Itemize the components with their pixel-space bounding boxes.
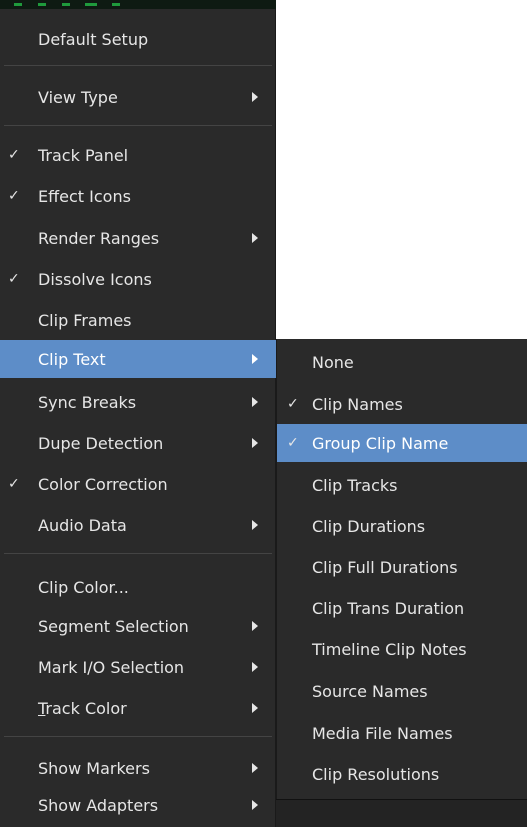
submenu-arrow-icon bbox=[252, 520, 258, 530]
submenu-item-clip-tracks[interactable]: Clip Tracks bbox=[277, 466, 527, 504]
timeline-marker bbox=[112, 3, 120, 6]
menu-item-show-markers[interactable]: Show Markers bbox=[0, 749, 276, 787]
menu-item-label: Effect Icons bbox=[38, 186, 131, 206]
submenu-item-label: Media File Names bbox=[312, 723, 453, 743]
menu-item-label: Default Setup bbox=[38, 29, 149, 49]
context-menu: Default Setup View Type ✓ Track Panel ✓ … bbox=[0, 9, 276, 827]
checkmark-icon: ✓ bbox=[287, 396, 299, 412]
menu-item-segment-selection[interactable]: Segment Selection bbox=[0, 607, 276, 645]
timeline-marker bbox=[14, 3, 22, 6]
submenu-arrow-icon bbox=[252, 621, 258, 631]
menu-item-show-adapters[interactable]: Show Adapters bbox=[0, 786, 276, 824]
menu-item-sync-breaks[interactable]: Sync Breaks bbox=[0, 383, 276, 421]
menu-item-default-setup[interactable]: Default Setup bbox=[0, 20, 276, 58]
submenu-item-label: None bbox=[312, 352, 354, 372]
clip-text-submenu: None ✓ Clip Names ✓ Group Clip Name Clip… bbox=[276, 339, 527, 799]
menu-item-label: Show Adapters bbox=[38, 795, 159, 815]
timeline-marker bbox=[85, 3, 97, 6]
menu-item-clip-text[interactable]: Clip Text bbox=[0, 340, 276, 378]
submenu-item-media-file-names[interactable]: Media File Names bbox=[277, 714, 527, 752]
submenu-item-clip-names[interactable]: ✓ Clip Names bbox=[277, 385, 527, 423]
menu-item-label: Mark I/O Selection bbox=[38, 657, 185, 677]
timeline-marker bbox=[38, 3, 46, 6]
submenu-arrow-icon bbox=[252, 397, 258, 407]
submenu-item-label: Clip Full Durations bbox=[312, 557, 458, 577]
submenu-arrow-icon bbox=[252, 233, 258, 243]
background-panel bbox=[276, 799, 527, 827]
menu-item-effect-icons[interactable]: ✓ Effect Icons bbox=[0, 177, 276, 215]
submenu-item-clip-full-durations[interactable]: Clip Full Durations bbox=[277, 548, 527, 586]
submenu-arrow-icon bbox=[252, 438, 258, 448]
submenu-arrow-icon bbox=[252, 662, 258, 672]
timeline-top-strip bbox=[0, 0, 276, 9]
submenu-item-label: Clip Tracks bbox=[312, 475, 398, 495]
menu-item-track-color[interactable]: Track Color bbox=[0, 689, 276, 727]
menu-item-color-correction[interactable]: ✓ Color Correction bbox=[0, 465, 276, 503]
submenu-item-clip-trans-duration[interactable]: Clip Trans Duration bbox=[277, 589, 527, 627]
menu-item-label: Audio Data bbox=[38, 515, 127, 535]
menu-item-label: Clip Text bbox=[38, 349, 106, 369]
menu-item-audio-data[interactable]: Audio Data bbox=[0, 506, 276, 544]
menu-item-dupe-detection[interactable]: Dupe Detection bbox=[0, 424, 276, 462]
submenu-item-label: Clip Trans Duration bbox=[312, 598, 465, 618]
menu-item-label: Sync Breaks bbox=[38, 392, 137, 412]
submenu-item-group-clip-name[interactable]: ✓ Group Clip Name bbox=[277, 424, 527, 462]
submenu-arrow-icon bbox=[252, 703, 258, 713]
menu-item-track-panel[interactable]: ✓ Track Panel bbox=[0, 136, 276, 174]
submenu-item-label: Timeline Clip Notes bbox=[312, 639, 467, 659]
submenu-item-label: Source Names bbox=[312, 681, 428, 701]
menu-separator bbox=[4, 553, 272, 554]
submenu-item-label: Clip Resolutions bbox=[312, 764, 440, 784]
submenu-item-label: Group Clip Name bbox=[312, 433, 449, 453]
menu-item-clip-color[interactable]: Clip Color... bbox=[0, 568, 276, 606]
submenu-item-none[interactable]: None bbox=[277, 343, 527, 381]
submenu-arrow-icon bbox=[252, 354, 258, 364]
checkmark-icon: ✓ bbox=[8, 147, 20, 163]
checkmark-icon: ✓ bbox=[287, 435, 299, 451]
menu-separator bbox=[4, 65, 272, 66]
menu-item-dissolve-icons[interactable]: ✓ Dissolve Icons bbox=[0, 260, 276, 298]
submenu-arrow-icon bbox=[252, 763, 258, 773]
checkmark-icon: ✓ bbox=[8, 271, 20, 287]
submenu-arrow-icon bbox=[252, 92, 258, 102]
checkmark-icon: ✓ bbox=[8, 188, 20, 204]
menu-item-label-rest: rack Color bbox=[45, 698, 127, 718]
menu-item-label: Track Panel bbox=[38, 145, 129, 165]
submenu-item-clip-durations[interactable]: Clip Durations bbox=[277, 507, 527, 545]
menu-item-label: Color Correction bbox=[38, 474, 168, 494]
menu-item-view-type[interactable]: View Type bbox=[0, 78, 276, 116]
checkmark-icon: ✓ bbox=[8, 476, 20, 492]
menu-item-render-ranges[interactable]: Render Ranges bbox=[0, 219, 276, 257]
menu-item-clip-frames[interactable]: Clip Frames bbox=[0, 301, 276, 339]
timeline-marker bbox=[62, 3, 70, 6]
submenu-arrow-icon bbox=[252, 800, 258, 810]
menu-item-label: Segment Selection bbox=[38, 616, 189, 636]
submenu-item-label: Clip Names bbox=[312, 394, 403, 414]
menu-item-label: Dupe Detection bbox=[38, 433, 164, 453]
submenu-item-label: Clip Durations bbox=[312, 516, 426, 536]
menu-item-label: Track Color bbox=[38, 699, 127, 718]
submenu-item-timeline-clip-notes[interactable]: Timeline Clip Notes bbox=[277, 630, 527, 668]
menu-item-label: Clip Frames bbox=[38, 310, 132, 330]
menu-separator bbox=[4, 125, 272, 126]
menu-separator bbox=[4, 736, 272, 737]
submenu-item-clip-resolutions[interactable]: Clip Resolutions bbox=[277, 755, 527, 793]
menu-item-label: View Type bbox=[38, 87, 118, 107]
submenu-item-source-names[interactable]: Source Names bbox=[277, 672, 527, 710]
menu-item-label: Dissolve Icons bbox=[38, 269, 152, 289]
menu-item-label: Render Ranges bbox=[38, 228, 160, 248]
menu-item-mark-io-selection[interactable]: Mark I/O Selection bbox=[0, 648, 276, 686]
menu-item-label: Show Markers bbox=[38, 758, 150, 778]
menu-item-label: Clip Color... bbox=[38, 577, 129, 597]
